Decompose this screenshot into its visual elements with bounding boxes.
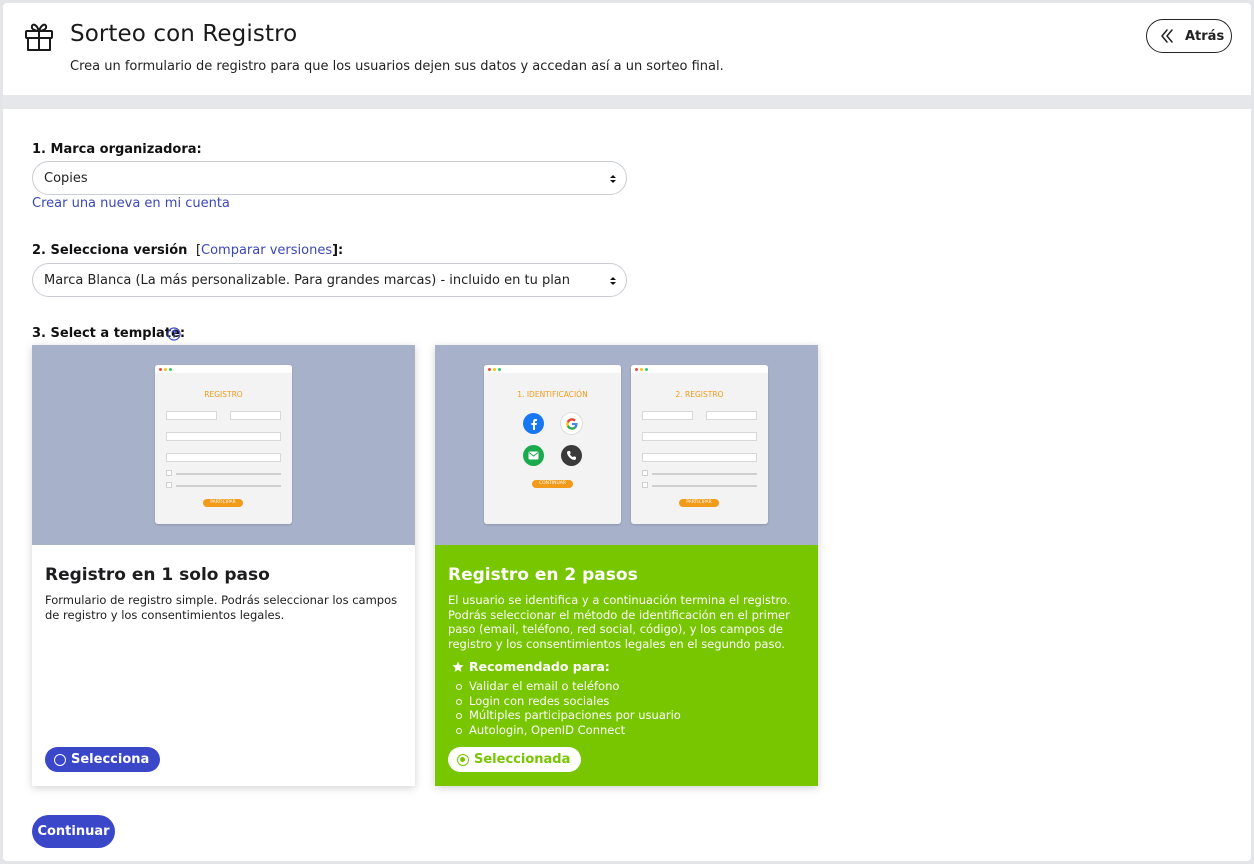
page-subtitle: Crea un formulario de registro para que …: [70, 59, 724, 74]
phone-icon: [561, 445, 582, 466]
version-select[interactable]: Marca Blanca (La más personalizable. Par…: [32, 263, 627, 297]
app-frame: Sorteo con Registro Crea un formulario d…: [3, 3, 1251, 861]
double-chevron-left-icon: [1161, 29, 1173, 43]
mockup-button: PARTICIPAR: [203, 499, 243, 507]
step1-label: 1. Marca organizadora:: [32, 142, 202, 157]
version-select-value: Marca Blanca (La más personalizable. Par…: [44, 272, 571, 288]
select-button-label: Selecciona: [71, 752, 150, 767]
gift-icon: [25, 23, 53, 51]
page-header: Sorteo con Registro Crea un formulario d…: [3, 3, 1251, 95]
mockup-title: 2. REGISTRO: [675, 390, 724, 399]
mockup-button: PARTICIPAR: [679, 499, 719, 507]
help-icon[interactable]: [167, 327, 181, 341]
form-mockup: REGISTRO PARTICIPAR: [155, 365, 292, 524]
template-preview: 1. IDENTIFICACIÓN CONTINUAR 2. REGISTRO …: [435, 345, 818, 545]
back-button-label: Atrás: [1185, 28, 1225, 44]
list-item: Autologin, OpenID Connect: [456, 723, 681, 738]
mockup-title: REGISTRO: [204, 390, 243, 399]
radio-icon: [54, 753, 66, 766]
template-card-two-steps[interactable]: 1. IDENTIFICACIÓN CONTINUAR 2. REGISTRO …: [435, 345, 818, 786]
template-description: Formulario de registro simple. Podrás se…: [45, 593, 398, 622]
select-arrows-icon: [610, 175, 616, 183]
mockup-button: CONTINUAR: [532, 480, 573, 488]
header-divider-band: [3, 95, 1251, 109]
template-description: El usuario se identifica y a continuació…: [448, 593, 791, 651]
list-item: Login con redes sociales: [456, 694, 681, 709]
sms-icon: [523, 445, 544, 466]
list-item: Validar el email o teléfono: [456, 679, 681, 694]
facebook-icon: [523, 413, 544, 434]
template-body: Registro en 2 pasos El usuario se identi…: [435, 545, 818, 786]
continue-button[interactable]: Continuar: [32, 815, 115, 848]
brand-select[interactable]: Copies: [32, 161, 627, 195]
registration-mockup: 2. REGISTRO PARTICIPAR: [631, 365, 768, 524]
radio-checked-icon: [457, 753, 469, 766]
select-template-button[interactable]: Selecciona: [45, 747, 161, 772]
compare-versions-link[interactable]: Comparar versiones: [201, 243, 332, 258]
google-icon: [561, 413, 582, 434]
star-icon: [452, 661, 464, 672]
step3-label: 3. Select a template:: [32, 326, 186, 341]
selected-template-button[interactable]: Seleccionada: [448, 747, 582, 772]
create-brand-link[interactable]: Crear una nueva en mi cuenta: [32, 196, 230, 211]
select-button-label: Seleccionada: [474, 752, 571, 767]
identification-mockup: 1. IDENTIFICACIÓN CONTINUAR: [484, 365, 621, 524]
brand-select-value: Copies: [44, 170, 88, 186]
step2-label: 2. Selecciona versión: [32, 243, 188, 258]
main-content: 1. Marca organizadora: Copies Crear una …: [3, 109, 1251, 861]
bracket-close: ]:: [332, 243, 344, 258]
recommended-title: Recomendado para:: [469, 659, 610, 674]
mockup-title: 1. IDENTIFICACIÓN: [517, 390, 588, 399]
page-title: Sorteo con Registro: [70, 21, 298, 47]
template-title: Registro en 1 solo paso: [45, 565, 270, 585]
template-body: Registro en 1 solo paso Formulario de re…: [32, 545, 415, 786]
template-preview: REGISTRO PARTICIPAR: [32, 345, 415, 545]
template-card-one-step[interactable]: REGISTRO PARTICIPAR Registro en 1 solo p…: [32, 345, 415, 786]
recommended-list: Validar el email o teléfono Login con re…: [456, 679, 681, 737]
template-title: Registro en 2 pasos: [448, 565, 638, 585]
back-button[interactable]: Atrás: [1146, 19, 1232, 53]
select-arrows-icon: [610, 277, 616, 285]
step2-label-row: 2. Selecciona versión [Comparar versione…: [32, 243, 343, 258]
recommended-heading: Recomendado para:: [452, 659, 610, 674]
list-item: Múltiples participaciones por usuario: [456, 708, 681, 723]
